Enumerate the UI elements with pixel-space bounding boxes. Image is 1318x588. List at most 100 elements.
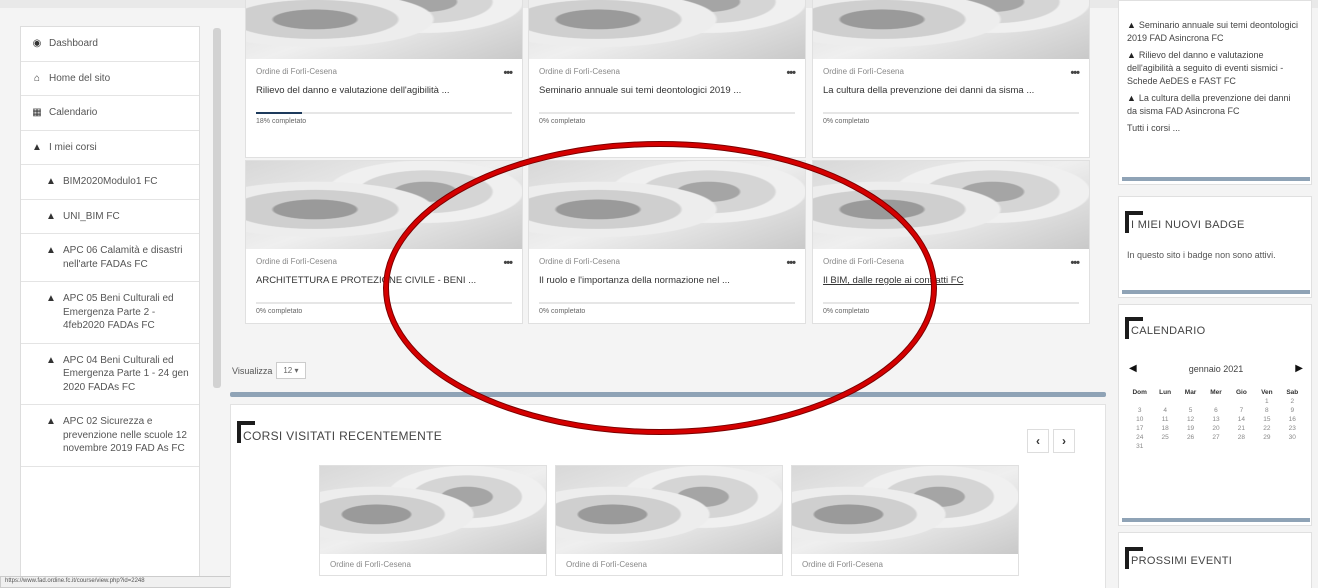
calendar-day[interactable]: 18 [1152,425,1177,432]
status-url: https://www.fad.ordine.fc.it/course/view… [0,576,240,588]
nav-scrollbar[interactable] [213,28,221,388]
course-title[interactable]: ARCHITETTURA E PROTEZIONE CIVILE - BENI … [246,269,522,286]
visualizza-select[interactable]: 12 ▾ [276,362,306,379]
nav-item[interactable]: ▲ UNI_BIM FC [21,200,199,234]
course-image [320,466,546,554]
calendar-day[interactable]: 11 [1152,416,1177,423]
badges-block: I MIEI NUOVI BADGE In questo sito i badg… [1118,196,1312,298]
progress-bar [256,112,512,114]
course-card[interactable]: Ordine di Forlì-Cesena ••• Seminario annua… [528,0,806,158]
calendar-day[interactable]: 4 [1152,407,1177,414]
calendar-day[interactable]: 27 [1203,434,1228,441]
calendar-day[interactable]: 14 [1229,416,1254,423]
calendar-day [1127,398,1152,405]
course-card[interactable]: Ordine di Forlì-Cesena ••• Il ruolo e l'im… [528,160,806,324]
course-card[interactable]: Ordine di Forlì-Cesena ••• ARCHITETTURA E … [245,160,523,324]
calendar-weekday: Mer [1210,389,1222,396]
course-org: Ordine di Forlì-Cesena [539,257,620,266]
calendar-day[interactable]: 8 [1254,407,1279,414]
nav-item-label: I miei corsi [49,141,97,153]
nav-item[interactable]: ▦ Calendario [21,96,199,131]
calendar-day[interactable]: 21 [1229,425,1254,432]
events-block: PROSSIMI EVENTI [1118,532,1312,588]
nav-item-label: Calendario [49,107,98,118]
calendar-day[interactable]: 12 [1178,416,1203,423]
recent-card[interactable]: Ordine di Forlì-Cesena [319,465,547,576]
calendar-day[interactable]: 3 [1127,407,1152,414]
calendar-weekday: Dom [1132,389,1147,396]
course-title[interactable]: Seminario annuale sui temi deontologici … [529,79,805,96]
calendar-day[interactable]: 9 [1280,407,1305,414]
calendar-day[interactable]: 25 [1152,434,1177,441]
course-link[interactable]: ▲ La cultura della prevenzione dei danni … [1119,92,1311,118]
course-org: Ordine di Forlì-Cesena [539,67,620,76]
calendar-day[interactable]: 13 [1203,416,1228,423]
course-card[interactable]: Ordine di Forlì-Cesena ••• La cultura dell… [812,0,1090,158]
all-courses-link[interactable]: Tutti i corsi ... [1119,122,1311,135]
calendar-day[interactable]: 29 [1254,434,1279,441]
calendar-day[interactable]: 26 [1178,434,1203,441]
recent-prev-button[interactable]: ‹ [1027,429,1049,453]
calendar-month: gennaio 2021 [1188,363,1244,374]
recent-card[interactable]: Ordine di Forlì-Cesena [791,465,1019,576]
more-options-icon[interactable]: ••• [503,67,513,79]
calendar-header: ◀ gennaio 2021 ▶ [1119,363,1313,374]
calendar-day[interactable]: 7 [1229,407,1254,414]
nav-item[interactable]: ▲ APC 06 Calamità e disastri nell'arte FA… [21,234,199,282]
more-options-icon[interactable]: ••• [503,257,513,269]
more-options-icon[interactable]: ••• [1070,67,1080,79]
calendar-day[interactable]: 22 [1254,425,1279,432]
more-options-icon[interactable]: ••• [786,257,796,269]
badges-text: In questo sito i badge non sono attivi. [1127,250,1276,260]
course-card[interactable]: Ordine di Forlì-Cesena ••• Rilievo del dan… [245,0,523,158]
calendar-day[interactable]: 10 [1127,416,1152,423]
nav-item[interactable]: ▲ BIM2020Modulo1 FC [21,165,199,200]
graduation-cap-icon: ▲ [46,210,56,222]
calendar-next-icon[interactable]: ▶ [1295,363,1303,374]
course-title[interactable]: La cultura della prevenzione dei danni d… [813,79,1089,96]
recent-card[interactable]: Ordine di Forlì-Cesena [555,465,783,576]
calendar-day[interactable]: 15 [1254,416,1279,423]
calendar-day[interactable]: 6 [1203,407,1228,414]
events-title: PROSSIMI EVENTI [1124,547,1233,569]
course-image [813,161,1089,249]
nav-item[interactable]: ⌂ Home del sito [21,62,199,96]
calendar-day[interactable]: 30 [1280,434,1305,441]
course-image [792,466,1018,554]
nav-item[interactable]: ◉ Dashboard [21,27,199,62]
nav-item[interactable]: ▲ APC 04 Beni Culturali ed Emergenza Part… [21,344,199,405]
calendar-day[interactable]: 20 [1203,425,1228,432]
graduation-cap-icon: ▲ [46,245,56,256]
progress-bar [539,302,795,304]
calendar-prev-icon[interactable]: ◀ [1129,363,1137,374]
calendar-day[interactable]: 17 [1127,425,1152,432]
course-title[interactable]: Rilievo del danno e valutazione dell'agi… [246,79,522,96]
calendar-day[interactable]: 1 [1254,398,1279,405]
course-link[interactable]: ▲ Rilievo del danno e valutazione dell'ag… [1119,49,1311,88]
course-title[interactable]: Il BIM, dalle regole ai contratti FC [813,269,1089,286]
calendar-day[interactable]: 2 [1280,398,1305,405]
calendar-day[interactable]: 31 [1127,443,1152,450]
calendar-day [1280,443,1305,450]
progress-text: 0% completato [256,308,303,315]
calendar-day[interactable]: 5 [1178,407,1203,414]
calendar-day[interactable]: 16 [1280,416,1305,423]
nav-item[interactable]: ▲ I miei corsi [21,131,199,165]
more-options-icon[interactable]: ••• [1070,257,1080,269]
recent-next-button[interactable]: › [1053,429,1075,453]
nav-item-label: APC 02 Sicurezza e prevenzione nelle scu… [63,416,187,454]
course-org: Ordine di Forlì-Cesena [566,560,647,569]
calendar-day[interactable]: 24 [1127,434,1152,441]
nav-item[interactable]: ▲ APC 02 Sicurezza e prevenzione nelle sc… [21,405,199,467]
course-title[interactable]: Il ruolo e l'importanza della normazione… [529,269,805,286]
course-link[interactable]: ▲ Seminario annuale sui temi deontologici… [1119,19,1311,45]
course-card[interactable]: Ordine di Forlì-Cesena ••• Il BIM, dalle r… [812,160,1090,324]
calendar-day[interactable]: 19 [1178,425,1203,432]
calendar-day[interactable]: 23 [1280,425,1305,432]
calendar-day[interactable]: 28 [1229,434,1254,441]
course-org: Ordine di Forlì-Cesena [823,257,904,266]
calendar-day [1203,443,1228,450]
calendar-block: CALENDARIO ◀ gennaio 2021 ▶ Dom Lun Mar Mer… [1118,304,1312,526]
nav-item[interactable]: ▲ APC 05 Beni Culturali ed Emergenza Part… [21,282,199,344]
more-options-icon[interactable]: ••• [786,67,796,79]
